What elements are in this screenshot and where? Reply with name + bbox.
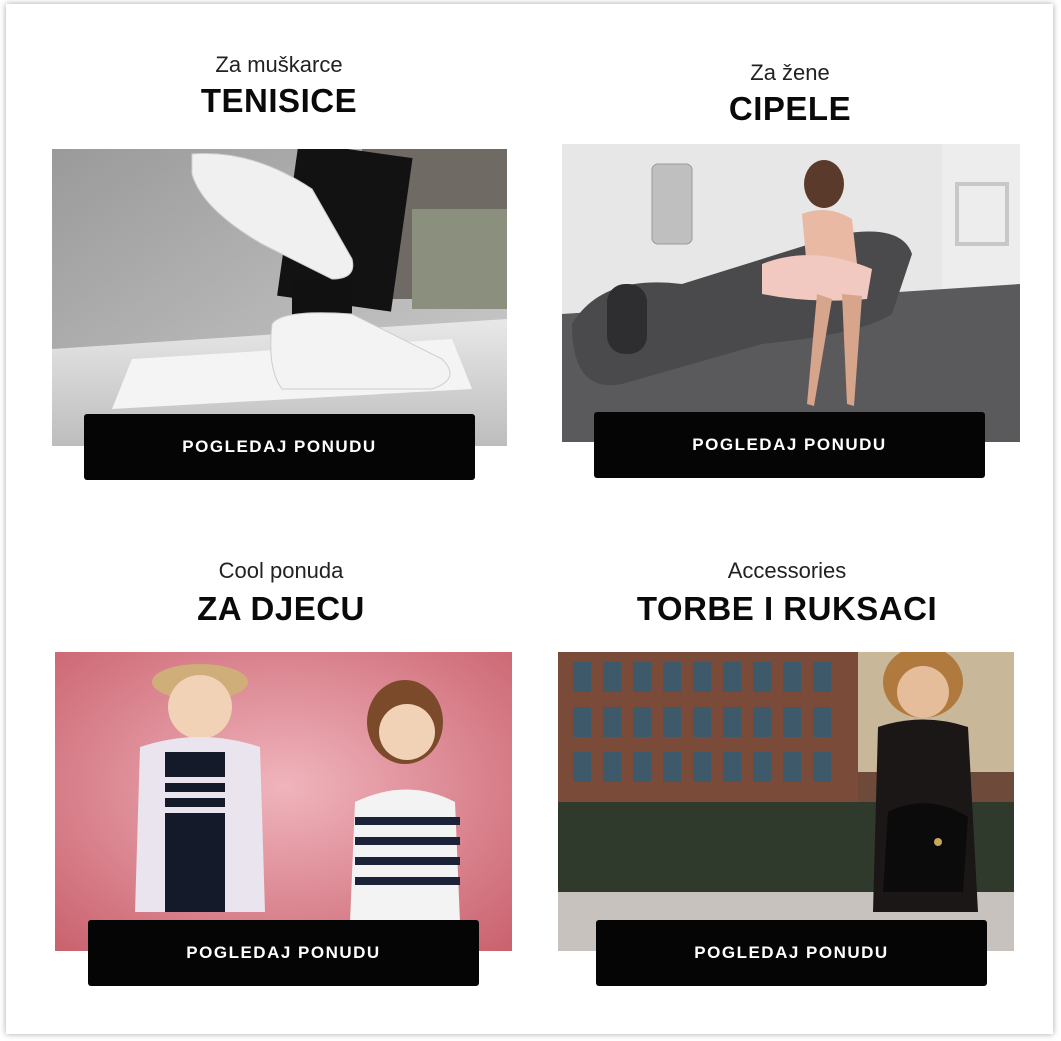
card-title: ZA DJECU (197, 590, 365, 627)
card-subtitle: Cool ponuda (218, 558, 344, 583)
promo-grid: Za muškarce TENISICE POGLEDAJ PONUDU Za … (6, 4, 1053, 1034)
kids-photo[interactable] (55, 652, 512, 951)
view-offer-button[interactable]: POGLEDAJ PONUDU (84, 414, 475, 480)
view-offer-button[interactable]: POGLEDAJ PONUDU (594, 412, 985, 478)
card-title: CIPELE (728, 90, 852, 127)
card-title: TORBE I RUKSACI (636, 590, 938, 627)
card-subtitle: Accessories (727, 558, 847, 583)
category-card-torbe-i-ruksaci: Accessories TORBE I RUKSACI POGLEDAJ PON… (554, 554, 1020, 994)
card-subtitle: Za žene (750, 60, 830, 85)
card-title: TENISICE (200, 82, 358, 119)
category-card-cipele: Za žene CIPELE POGLEDAJ PONUDU (560, 54, 1020, 484)
view-offer-button[interactable]: POGLEDAJ PONUDU (596, 920, 987, 986)
sneakers-photo[interactable] (52, 149, 507, 446)
view-offer-button[interactable]: POGLEDAJ PONUDU (88, 920, 479, 986)
bags-photo[interactable] (558, 652, 1014, 951)
category-card-za-djecu: Cool ponuda ZA DJECU POGLEDAJ PONUDU (50, 554, 512, 994)
women-shoes-photo[interactable] (562, 144, 1020, 442)
card-subtitle: Za muškarce (215, 52, 343, 77)
category-card-tenisice: Za muškarce TENISICE POGLEDAJ PONUDU (50, 44, 508, 484)
